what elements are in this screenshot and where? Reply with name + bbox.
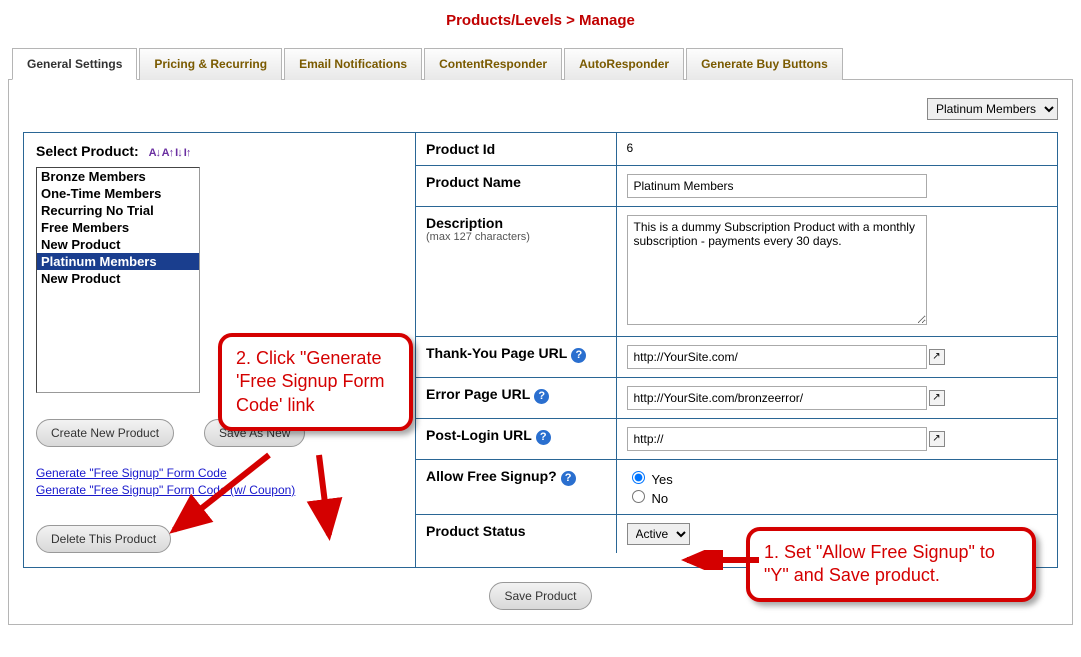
popout-icon[interactable]: ↗ [929, 390, 945, 406]
post-login-url-input[interactable] [627, 427, 927, 451]
product-id-label: Product Id [416, 133, 616, 166]
arrow-icon [299, 450, 359, 550]
thank-you-url-label: Thank-You Page URL? [416, 337, 616, 378]
save-product-button[interactable]: Save Product [489, 582, 591, 610]
arrow-icon [159, 450, 289, 550]
allow-free-yes-label: Yes [652, 472, 673, 487]
product-status-label: Product Status [416, 515, 616, 554]
list-item[interactable]: Bronze Members [37, 168, 199, 185]
tab-general[interactable]: General Settings [12, 48, 137, 80]
allow-free-no-label: No [652, 491, 669, 506]
list-item[interactable]: Recurring No Trial [37, 202, 199, 219]
product-name-label: Product Name [416, 166, 616, 207]
tab-buy[interactable]: Generate Buy Buttons [686, 48, 843, 80]
callout-2: 2. Click "Generate 'Free Signup Form Cod… [218, 333, 413, 431]
delete-product-button[interactable]: Delete This Product [36, 525, 171, 553]
list-item[interactable]: Free Members [37, 219, 199, 236]
page-title: Products/Levels > Manage [8, 12, 1073, 29]
allow-free-no-radio[interactable] [632, 490, 645, 503]
popout-icon[interactable]: ↗ [929, 349, 945, 365]
description-textarea[interactable] [627, 215, 927, 325]
error-url-input[interactable] [627, 386, 927, 410]
tab-bar: General Settings Pricing & Recurring Ema… [8, 47, 1073, 80]
right-column: Product Id 6 Product Name Description (m… [416, 133, 1057, 567]
help-icon[interactable]: ? [571, 348, 586, 363]
description-label: Description (max 127 characters) [416, 207, 616, 337]
tab-content[interactable]: ContentResponder [424, 48, 562, 80]
create-new-product-button[interactable]: Create New Product [36, 419, 174, 447]
tab-auto[interactable]: AutoResponder [564, 48, 684, 80]
tab-email[interactable]: Email Notifications [284, 48, 422, 80]
product-listbox[interactable]: Bronze MembersOne-Time MembersRecurring … [36, 167, 200, 393]
tab-pricing[interactable]: Pricing & Recurring [139, 48, 282, 80]
help-icon[interactable]: ? [561, 471, 576, 486]
list-item[interactable]: New Product [37, 236, 199, 253]
help-icon[interactable]: ? [536, 430, 551, 445]
product-id-value: 6 [616, 133, 1057, 166]
list-item[interactable]: One-Time Members [37, 185, 199, 202]
error-url-label: Error Page URL? [416, 378, 616, 419]
thank-you-url-input[interactable] [627, 345, 927, 369]
list-item[interactable]: New Product [37, 270, 199, 287]
popout-icon[interactable]: ↗ [929, 431, 945, 447]
sort-icons[interactable]: A↓ A↑ I↓ I↑ [149, 147, 191, 159]
description-hint: (max 127 characters) [426, 231, 606, 243]
list-item[interactable]: Platinum Members [37, 253, 199, 270]
product-status-select[interactable]: Active [627, 523, 690, 545]
main-panel: Platinum Members Select Product: A↓ A↑ I… [8, 80, 1073, 625]
post-login-url-label: Post-Login URL? [416, 419, 616, 460]
select-product-label: Select Product: A↓ A↑ I↓ I↑ [36, 143, 403, 159]
top-product-select[interactable]: Platinum Members [927, 98, 1058, 120]
allow-free-yes-radio[interactable] [632, 471, 645, 484]
allow-free-signup-label: Allow Free Signup?? [416, 460, 616, 515]
arrow-icon [679, 550, 769, 570]
product-name-input[interactable] [627, 174, 927, 198]
help-icon[interactable]: ? [534, 389, 549, 404]
callout-1: 1. Set "Allow Free Signup" to "Y" and Sa… [746, 527, 1036, 602]
